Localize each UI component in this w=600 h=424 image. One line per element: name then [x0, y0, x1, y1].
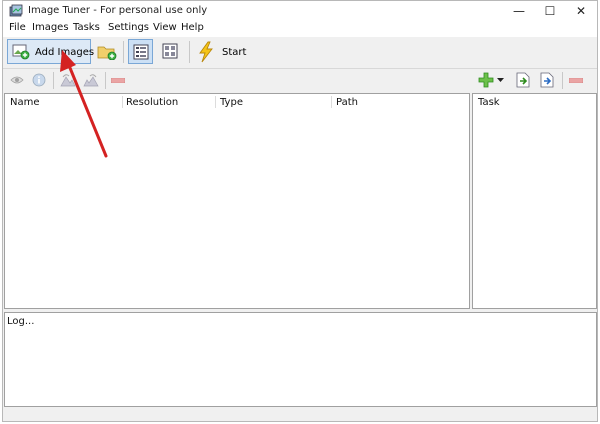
- annotation-arrow: [60, 50, 108, 158]
